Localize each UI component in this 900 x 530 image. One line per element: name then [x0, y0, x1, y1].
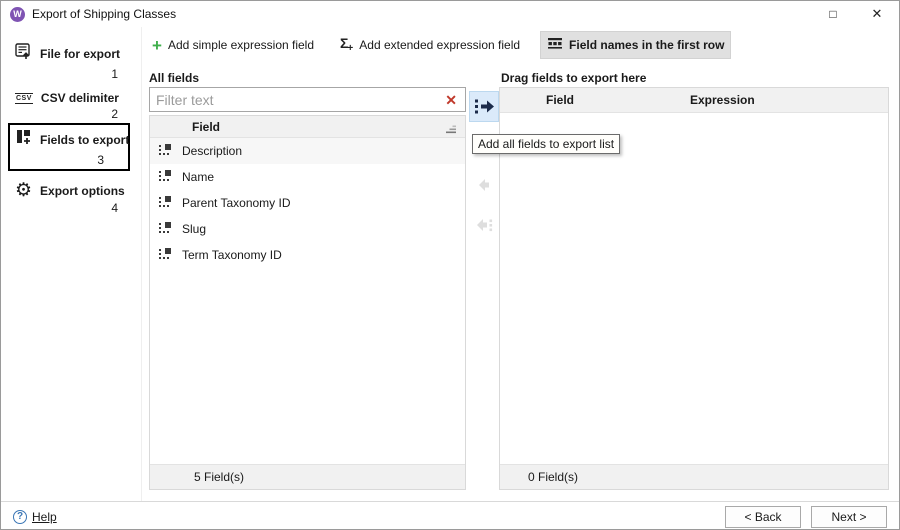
wizard-sidebar: File for export 1 CSV CSV delimiter 2 Fi… — [1, 27, 142, 501]
help-label: Help — [32, 510, 57, 524]
clear-filter-icon[interactable]: ✕ — [437, 93, 465, 107]
field-row-parent-taxonomy-id[interactable]: Parent Taxonomy ID — [150, 190, 465, 216]
field-row-label: Name — [182, 170, 214, 184]
field-row-name[interactable]: Name — [150, 164, 465, 190]
field-row-slug[interactable]: Slug — [150, 216, 465, 242]
table-header-icon — [547, 37, 563, 53]
filter-box: ✕ — [149, 87, 466, 112]
field-row-label: Slug — [182, 222, 206, 236]
sidebar-item-label: Export options — [40, 184, 125, 198]
export-dialog: W Export of Shipping Classes □ ✕ + Add s… — [0, 0, 900, 530]
sidebar-item-label: CSV delimiter — [41, 91, 119, 105]
export-fields-header: Field Expression — [500, 88, 888, 113]
titlebar: W Export of Shipping Classes □ ✕ — [1, 1, 899, 27]
add-extended-expression-label: Add extended expression field — [359, 38, 520, 52]
export-fields-title: Drag fields to export here — [501, 71, 646, 85]
step-number: 1 — [15, 67, 142, 81]
field-row-term-taxonomy-id[interactable]: Term Taxonomy ID — [150, 242, 465, 268]
all-fields-list: Field Description Name Parent Taxonomy I… — [149, 115, 466, 490]
field-names-first-row-label: Field names in the first row — [569, 38, 724, 52]
field-row-label: Term Taxonomy ID — [182, 248, 282, 262]
next-button[interactable]: Next > — [811, 506, 887, 528]
all-fields-column-header[interactable]: Field — [150, 116, 465, 138]
csv-icon: CSV — [15, 93, 33, 104]
back-button[interactable]: < Back — [725, 506, 801, 528]
field-item-icon — [158, 247, 172, 264]
field-names-first-row-toggle[interactable]: Field names in the first row — [540, 31, 731, 59]
export-fields-dropzone[interactable] — [500, 113, 888, 464]
toolbar: + Add simple expression field Σ+ Add ext… — [146, 31, 731, 59]
field-row-label: Description — [182, 144, 242, 158]
fields-icon — [16, 129, 32, 151]
add-simple-expression-button[interactable]: + Add simple expression field — [146, 31, 320, 59]
app-logo-icon: W — [10, 7, 25, 22]
all-fields-title: All fields — [149, 71, 199, 85]
add-all-arrow-icon — [474, 98, 495, 115]
field-item-icon — [158, 195, 172, 212]
remove-arrow-icon — [475, 178, 493, 192]
sidebar-item-label: Fields to export — [40, 133, 129, 147]
help-link[interactable]: ? Help — [13, 510, 57, 524]
field-item-icon — [158, 169, 172, 186]
field-column-header[interactable]: Field — [500, 93, 690, 107]
step-number: 3 — [16, 153, 128, 167]
add-extended-expression-button[interactable]: Σ+ Add extended expression field — [334, 31, 526, 59]
field-row-description[interactable]: Description — [150, 138, 465, 164]
maximize-button[interactable]: □ — [811, 1, 855, 27]
field-item-icon — [158, 221, 172, 238]
all-fields-rows: Description Name Parent Taxonomy ID Slug… — [150, 138, 465, 464]
all-fields-count: 5 Field(s) — [150, 464, 465, 489]
sort-icon[interactable] — [446, 123, 457, 137]
sidebar-item-export-options[interactable]: ⚙ Export options 4 — [1, 179, 142, 217]
step-number: 4 — [15, 201, 142, 215]
help-icon: ? — [13, 510, 27, 524]
bottom-bar: ? Help < Back Next > — [1, 501, 899, 530]
close-button[interactable]: ✕ — [855, 1, 899, 27]
plus-icon: + — [152, 37, 162, 54]
field-item-icon — [158, 143, 172, 160]
field-column-label: Field — [192, 120, 220, 134]
remove-field-button[interactable] — [471, 173, 497, 197]
sigma-plus-icon: Σ+ — [340, 36, 353, 54]
sidebar-item-file-for-export[interactable]: File for export 1 — [1, 39, 142, 83]
remove-all-fields-button[interactable] — [471, 213, 497, 237]
file-export-icon — [15, 43, 32, 65]
field-row-label: Parent Taxonomy ID — [182, 196, 291, 210]
add-all-fields-button[interactable] — [469, 91, 499, 122]
add-all-tooltip: Add all fields to export list — [472, 134, 620, 154]
window-title: Export of Shipping Classes — [32, 7, 176, 21]
sidebar-item-fields-to-export[interactable]: Fields to export 3 — [8, 123, 130, 171]
add-simple-expression-label: Add simple expression field — [168, 38, 314, 52]
gear-icon: ⚙ — [15, 183, 32, 199]
sidebar-item-csv-delimiter[interactable]: CSV CSV delimiter 2 — [1, 87, 142, 123]
expression-column-header[interactable]: Expression — [690, 93, 755, 107]
step-number: 2 — [15, 107, 142, 121]
remove-all-arrow-icon — [474, 218, 494, 232]
sidebar-item-label: File for export — [40, 47, 120, 61]
filter-input[interactable] — [150, 92, 437, 108]
export-fields-count: 0 Field(s) — [500, 464, 888, 489]
